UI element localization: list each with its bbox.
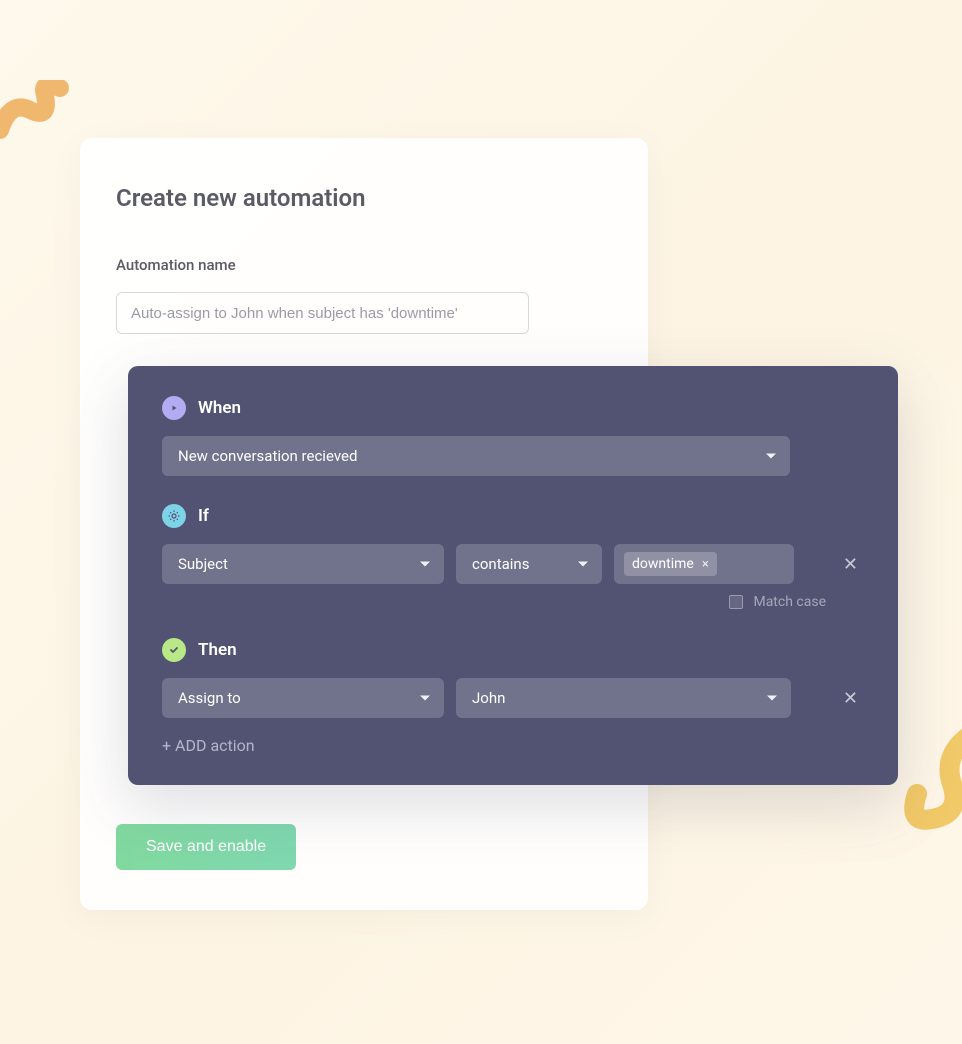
automation-name-label: Automation name	[116, 256, 612, 274]
then-label: Then	[198, 640, 237, 660]
check-icon	[162, 638, 186, 662]
add-action-button[interactable]: + ADD action	[162, 736, 864, 755]
condition-tag-text: downtime	[632, 556, 694, 572]
if-label: If	[198, 506, 209, 526]
condition-field-select[interactable]: Subject	[162, 544, 444, 584]
condition-operator-value: contains	[472, 555, 529, 573]
action-target-select[interactable]: John	[456, 678, 791, 718]
play-icon	[162, 396, 186, 420]
remove-condition-button[interactable]: ✕	[837, 554, 864, 575]
chevron-down-icon	[420, 562, 430, 567]
chevron-down-icon	[766, 454, 776, 459]
chevron-down-icon	[420, 696, 430, 701]
match-case-label: Match case	[753, 594, 826, 610]
automation-name-input[interactable]	[116, 292, 529, 334]
decorative-swirl-top	[0, 80, 80, 150]
page-title: Create new automation	[116, 184, 612, 212]
chevron-down-icon	[767, 696, 777, 701]
condition-value-input[interactable]: downtime ×	[614, 544, 794, 584]
condition-tag: downtime ×	[624, 552, 717, 576]
trigger-select[interactable]: New conversation recieved	[162, 436, 790, 476]
chevron-down-icon	[578, 562, 588, 567]
tag-remove-icon[interactable]: ×	[702, 557, 709, 572]
then-section: Then Assign to John ✕ + ADD action	[162, 638, 864, 755]
condition-field-value: Subject	[178, 555, 228, 573]
condition-operator-select[interactable]: contains	[456, 544, 602, 584]
action-type-select[interactable]: Assign to	[162, 678, 444, 718]
remove-action-button[interactable]: ✕	[837, 688, 864, 709]
rule-builder-panel: When New conversation recieved If Subjec…	[128, 366, 898, 785]
trigger-select-value: New conversation recieved	[178, 447, 357, 465]
if-section: If Subject contains downtime × ✕ Match c…	[162, 504, 864, 610]
match-case-checkbox[interactable]	[729, 595, 743, 609]
action-target-value: John	[472, 689, 505, 707]
when-section: When New conversation recieved	[162, 396, 864, 476]
decorative-swirl-bottom	[892, 724, 962, 844]
when-label: When	[198, 398, 241, 418]
save-enable-button[interactable]: Save and enable	[116, 824, 296, 870]
action-type-value: Assign to	[178, 689, 241, 707]
gear-icon	[162, 504, 186, 528]
